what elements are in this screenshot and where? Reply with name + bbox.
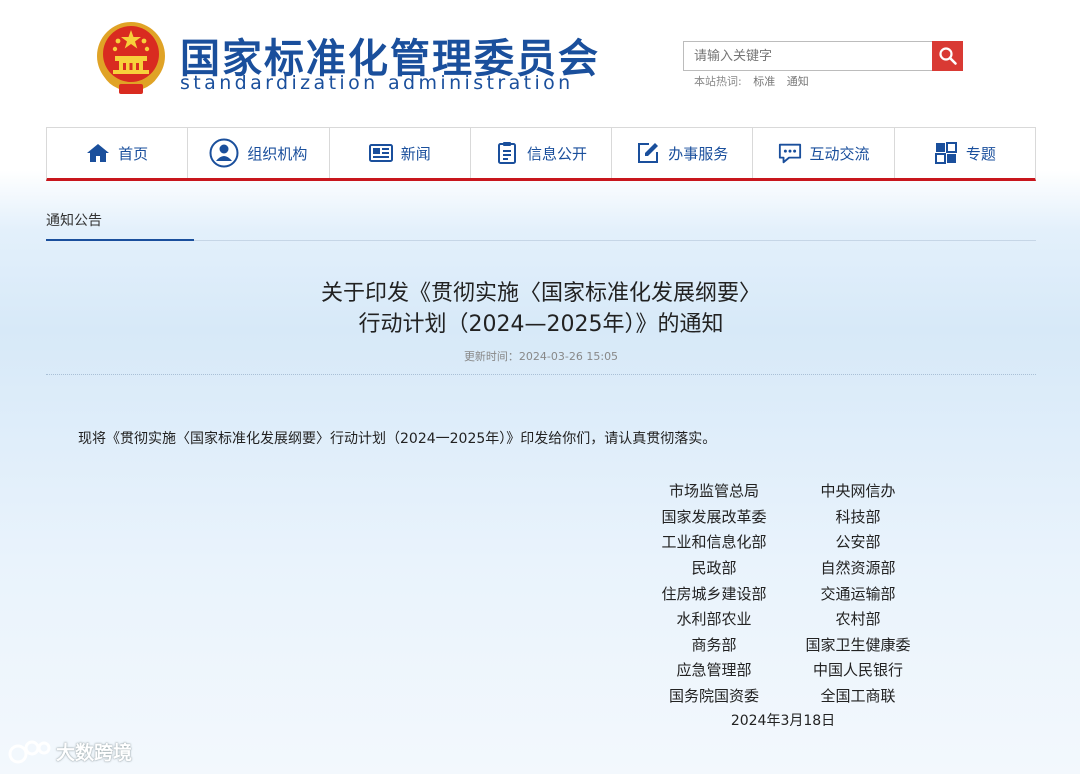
signer: 中国人民银行 [812,661,903,680]
signer-list: 市场监管总局 中央网信办 国家发展改革委 科技部 工业和信息化部 公安部 民政部 自然资… [640,478,930,708]
signer: 全国工商联 [820,687,896,706]
signer: 国家发展改革委 [661,507,767,526]
clipboard-icon [495,141,519,165]
signer: 国务院国资委 [668,687,759,706]
search-input[interactable] [683,41,933,71]
article-body: 现将《贯彻实施〈国家标准化发展纲要〉行动计划（2024一2025年）》印发给你们… [78,431,717,447]
signer-row: 市场监管总局 中央网信办 [640,478,930,504]
signer-row: 国务院国资委 全国工商联 [640,683,930,709]
search-icon [938,47,957,65]
nav-item-info-disclosure[interactable]: 信息公开 [471,128,613,178]
divider [194,240,1036,241]
signer: 住房城乡建设部 [661,584,767,603]
signer: 工业和信息化部 [661,533,767,552]
nav-item-news[interactable]: 新闻 [330,128,471,178]
signer: 中央网信办 [820,482,896,501]
article-title-line: 关于印发《贯彻实施〈国家标准化发展纲要〉 [320,281,761,306]
edit-icon [636,141,660,165]
breadcrumb[interactable]: 通知公告 [46,210,102,230]
site-subtitle: standardization administration [180,72,574,94]
article-title: 关于印发《贯彻实施〈国家标准化发展纲要〉 行动计划（2024—2025年）》的通… [46,278,1036,340]
hot-word-link[interactable]: 标准 [753,75,775,88]
main-nav: 首页 组织机构 新闻 信息公开 办事服务 互动交流 专题 [46,127,1036,181]
nav-label: 专题 [965,144,996,163]
article-title-line: 行动计划（2024—2025年）》的通知 [358,312,724,337]
signer-row: 商务部 国家卫生健康委 [640,632,930,658]
signer: 自然资源部 [820,559,896,578]
divider [46,374,1036,375]
hot-words-label: 本站热词: [694,75,742,88]
topic-icon [934,141,958,165]
hot-words: 本站热词: 标准 通知 [694,73,817,89]
nav-label: 组织机构 [247,144,308,163]
nav-item-home[interactable]: 首页 [47,128,189,178]
nav-label: 互动交流 [809,144,870,163]
nav-label: 信息公开 [526,144,587,163]
signer-row: 应急管理部 中国人民银行 [640,657,930,683]
signer: 水利部农业 [676,610,752,629]
nav-label: 办事服务 [668,144,729,163]
watermark: 大数跨境 [8,738,132,765]
breadcrumb-underline [46,239,194,241]
signer: 科技部 [835,507,881,526]
hot-word-link[interactable]: 通知 [787,75,809,88]
nav-item-topics[interactable]: 专题 [895,128,1035,178]
signer: 交通运输部 [820,584,896,603]
nav-label: 首页 [118,144,149,163]
signature-date: 2024年3月18日 [730,713,836,729]
nav-label: 新闻 [400,144,431,163]
chat-icon [778,141,802,165]
watermark-text: 大数跨境 [56,742,133,764]
signer-row: 工业和信息化部 公安部 [640,529,930,555]
signer: 公安部 [835,533,881,552]
nav-item-services[interactable]: 办事服务 [612,128,754,178]
signer: 应急管理部 [676,661,752,680]
nav-item-organization[interactable]: 组织机构 [188,128,330,178]
signer-row: 住房城乡建设部 交通运输部 [640,580,930,606]
signer: 国家卫生健康委 [805,635,911,654]
search-button[interactable] [932,41,963,71]
signer-row: 国家发展改革委 科技部 [640,504,930,530]
national-emblem-icon [97,22,165,94]
signer: 民政部 [691,559,737,578]
signer: 农村部 [835,610,881,629]
person-icon [209,138,239,168]
home-icon [86,141,110,165]
watermark-logo-icon [8,740,51,763]
signer-row: 民政部 自然资源部 [640,555,930,581]
signer: 市场监管总局 [668,482,759,501]
newspaper-icon [368,141,393,165]
nav-item-interaction[interactable]: 互动交流 [753,128,895,178]
signer: 商务部 [691,635,737,654]
article-updated-time: 更新时间：2024-03-26 15:05 [463,350,619,363]
signer-row: 水利部农业 农村部 [640,606,930,632]
